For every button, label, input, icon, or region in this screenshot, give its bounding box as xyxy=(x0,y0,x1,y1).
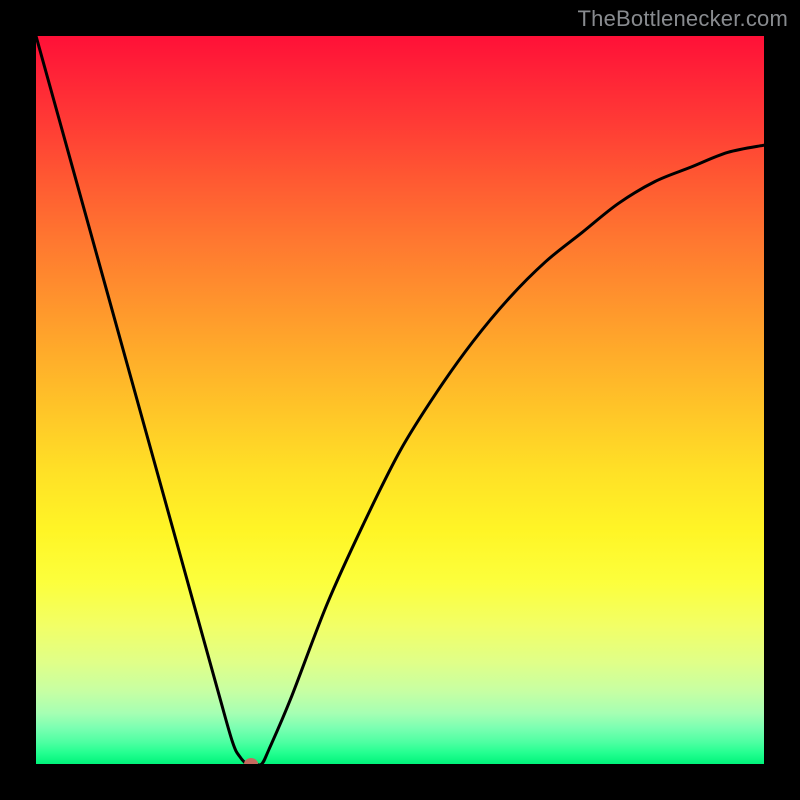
chart-frame: TheBottlenecker.com xyxy=(0,0,800,800)
plot-area xyxy=(36,36,764,764)
bottleneck-curve xyxy=(36,36,764,764)
optimum-marker xyxy=(244,758,258,764)
watermark-text: TheBottlenecker.com xyxy=(578,6,788,32)
